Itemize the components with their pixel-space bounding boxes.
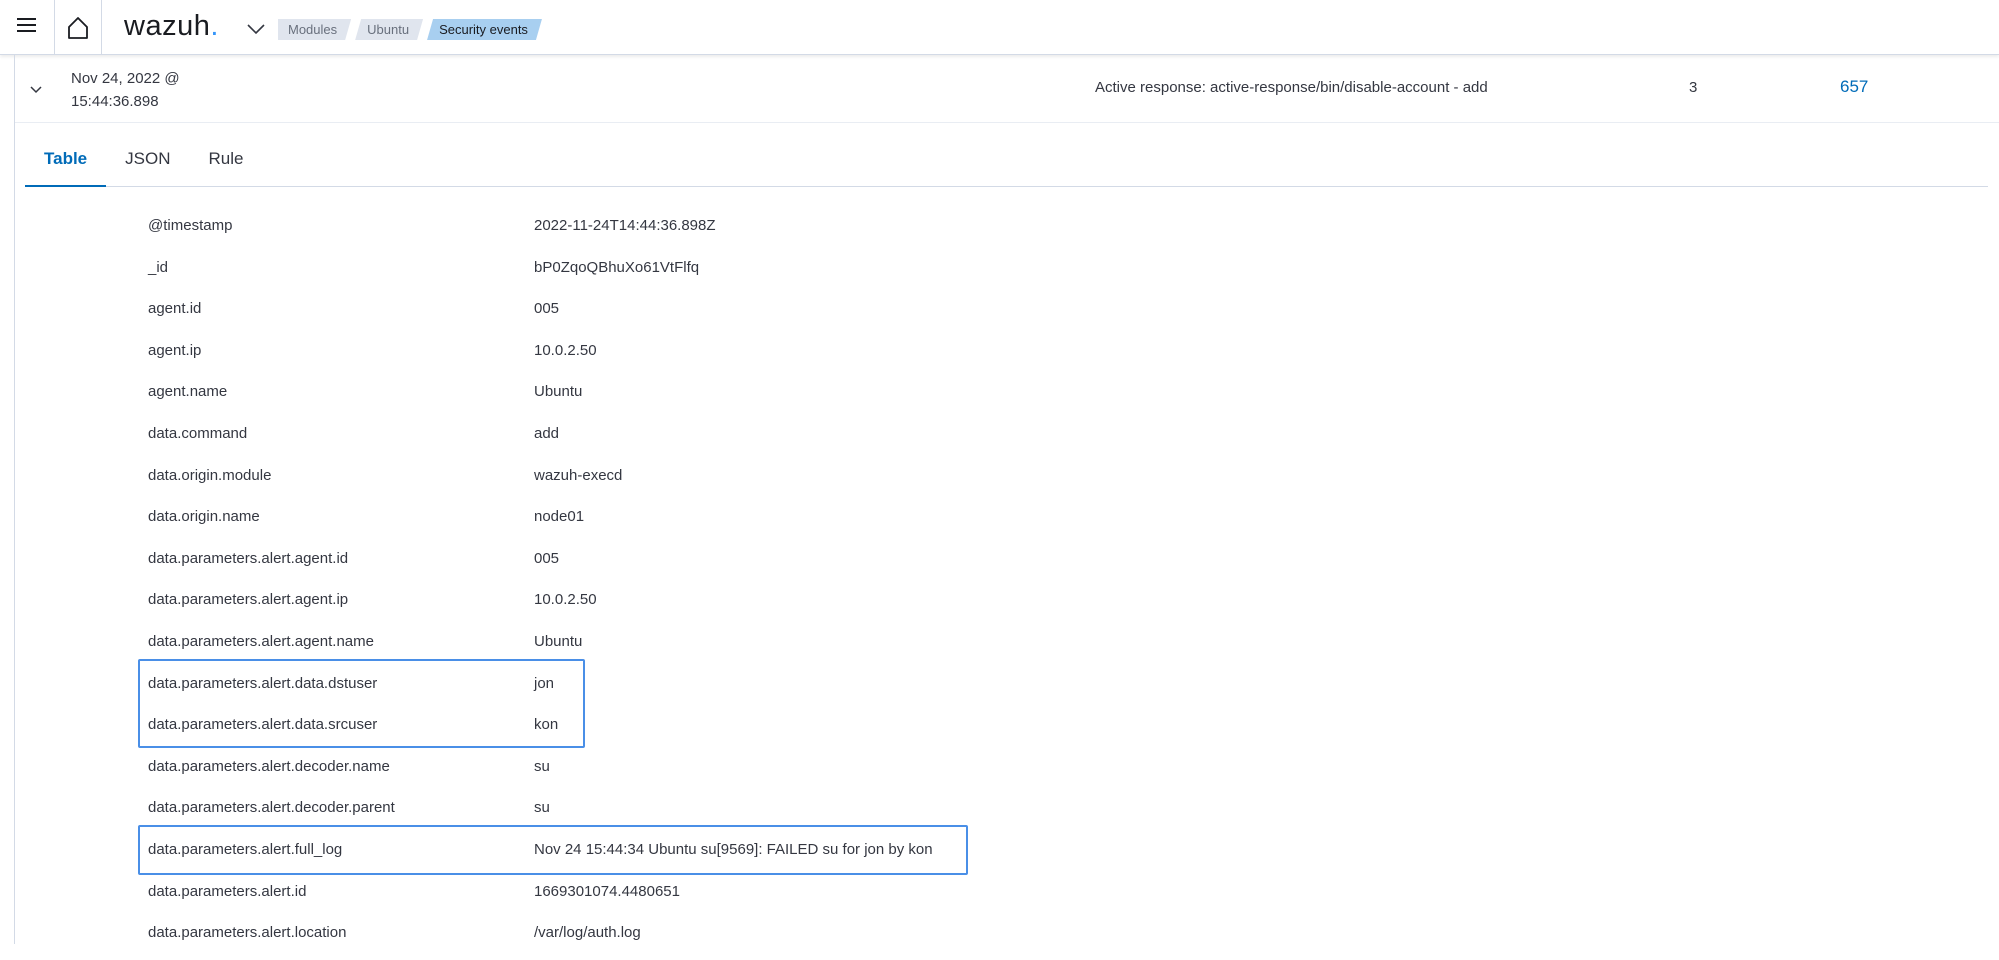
event-timestamp: Nov 24, 2022 @ 15:44:36.898 (71, 70, 180, 110)
field-key: data.parameters.alert.agent.name (148, 632, 374, 650)
home-icon[interactable] (64, 14, 92, 42)
field-value: Ubuntu (534, 383, 583, 401)
field-value: Nov 24 15:44:34 Ubuntu su[9569]: FAILED … (534, 840, 933, 858)
field-key: data.parameters.alert.full_log (148, 840, 343, 858)
highlight-box-users (138, 659, 585, 748)
field-key: data.parameters.alert.data.dstuser (148, 674, 378, 692)
field-value: su (534, 799, 550, 817)
field-value: 10.0.2.50 (534, 591, 597, 609)
field-key: data.parameters.alert.decoder.name (148, 757, 390, 775)
field-key: data.parameters.alert.id (148, 882, 307, 900)
field-value: kon (534, 716, 559, 734)
breadcrumb-agent[interactable]: Ubuntu (355, 19, 423, 40)
field-value: node01 (534, 508, 585, 526)
field-value: wazuh-execd (534, 466, 623, 484)
detail-tabs: Table JSON Rule (25, 132, 1988, 187)
field-key: data.origin.module (148, 466, 272, 484)
breadcrumb-modules[interactable]: Modules (278, 19, 351, 40)
breadcrumb: Modules Ubuntu Security events (278, 19, 546, 40)
field-value: jon (534, 674, 555, 692)
field-key: agent.ip (148, 341, 202, 359)
field-key: agent.id (148, 300, 202, 318)
field-value: /var/log/auth.log (534, 924, 641, 942)
top-navigation-bar: wazuh. Modules Ubuntu Security events (0, 0, 1999, 55)
field-key: _id (148, 258, 169, 276)
nav-divider (101, 0, 102, 55)
field-value: bP0ZqoQBhuXo61VtFlfq (534, 258, 700, 276)
event-description: Active response: active-response/bin/dis… (1095, 79, 1488, 96)
rule-id-link[interactable]: 657 (1840, 77, 1868, 97)
field-key: data.parameters.alert.data.srcuser (148, 716, 378, 734)
field-key: data.origin.name (148, 508, 260, 526)
field-key: data.parameters.alert.location (148, 924, 347, 942)
wazuh-logo[interactable]: wazuh. (124, 10, 219, 43)
tab-rule[interactable]: Rule (189, 132, 262, 187)
field-key: agent.name (148, 383, 228, 401)
field-value: add (534, 424, 560, 442)
tab-json[interactable]: JSON (106, 132, 189, 187)
field-key: data.parameters.alert.agent.ip (148, 591, 349, 609)
field-value: 10.0.2.50 (534, 341, 597, 359)
menu-icon[interactable] (14, 13, 42, 41)
left-rail-divider (14, 55, 15, 944)
event-level: 3 (1689, 79, 1698, 96)
field-key: data.parameters.alert.decoder.parent (148, 799, 395, 817)
event-summary-row[interactable]: Nov 24, 2022 @ 15:44:36.898 Active respo… (15, 56, 1999, 123)
field-value: su (534, 757, 550, 775)
field-key: data.command (148, 424, 248, 442)
field-value: 005 (534, 300, 560, 318)
field-value: 2022-11-24T14:44:36.898Z (534, 217, 716, 234)
expand-chevron-icon[interactable] (25, 78, 47, 100)
nav-divider (54, 0, 55, 55)
tab-table[interactable]: Table (25, 132, 107, 187)
field-key: @timestamp (148, 217, 233, 234)
field-value: Ubuntu (534, 632, 583, 650)
field-key: data.parameters.alert.agent.id (148, 549, 349, 567)
field-value: 1669301074.4480651 (534, 882, 680, 900)
breadcrumb-current: Security events (427, 19, 542, 40)
field-value: 005 (534, 549, 560, 567)
chevron-down-icon[interactable] (244, 18, 268, 40)
